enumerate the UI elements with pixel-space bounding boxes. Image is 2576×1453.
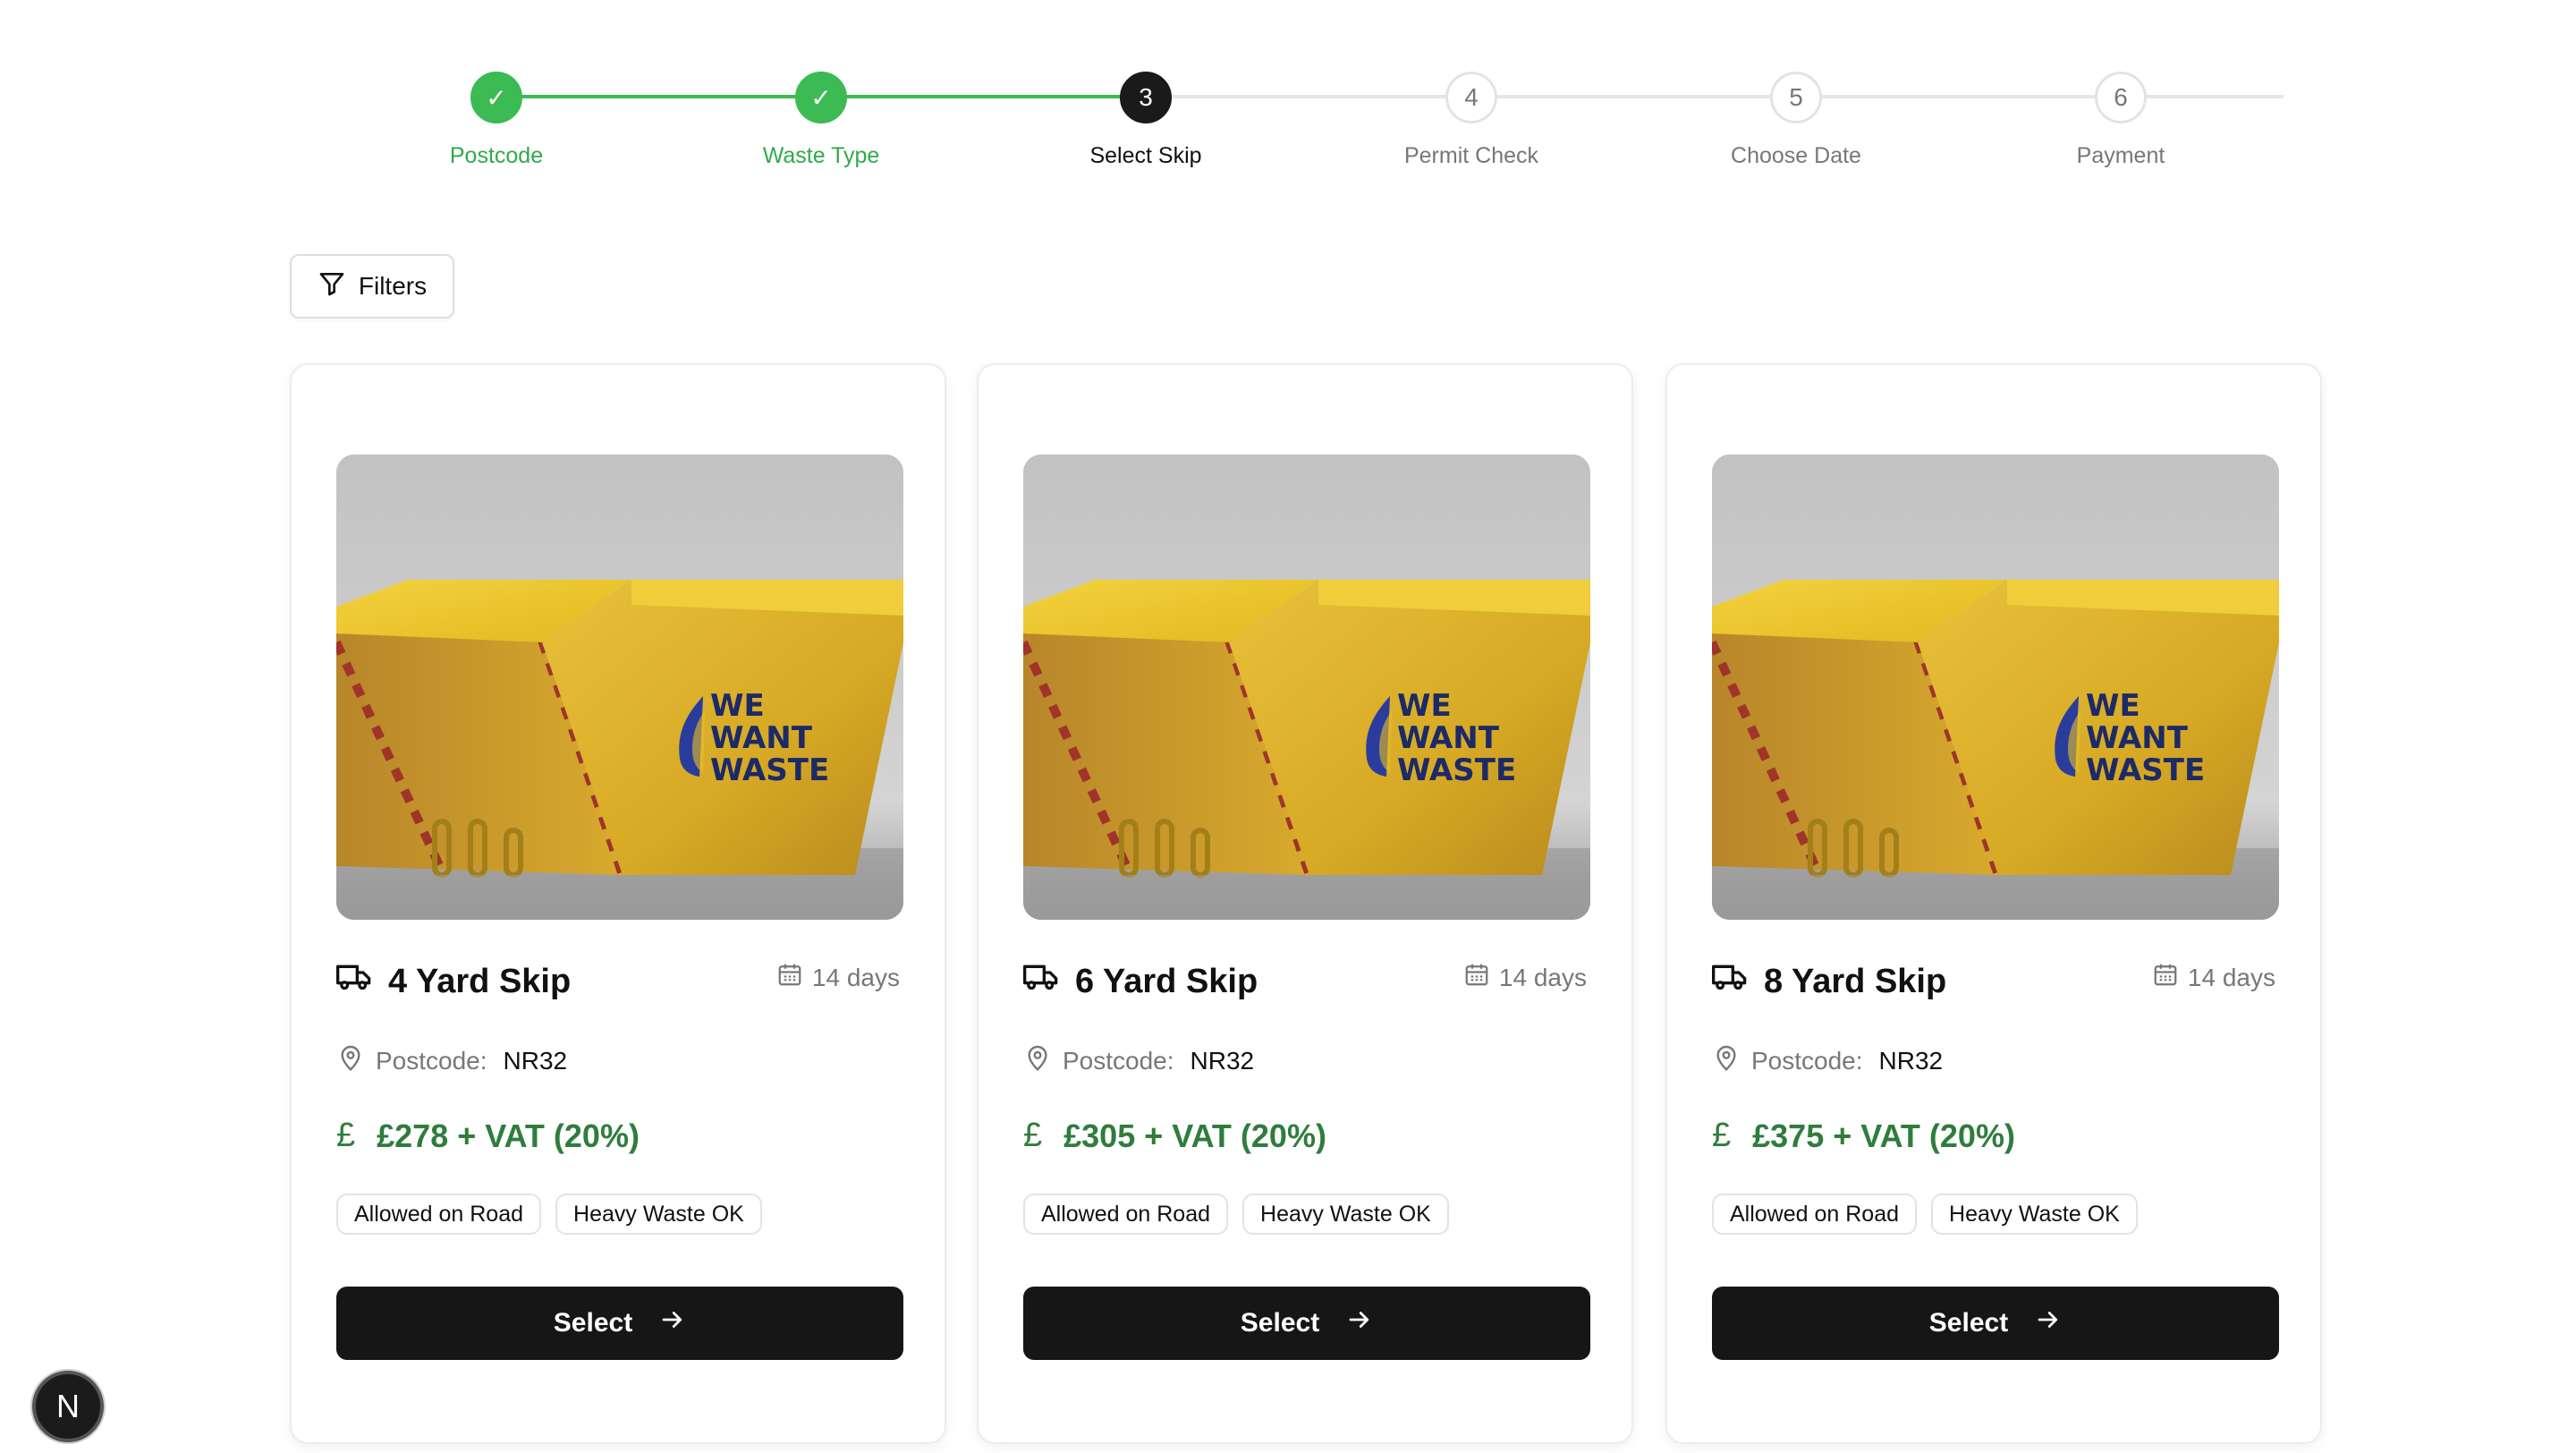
svg-text:WANT: WANT [710, 720, 813, 756]
price-row: £ £305 + VAT (20%) [1023, 1117, 1326, 1155]
arrow-right-icon [2035, 1306, 2062, 1340]
skip-card[interactable]: WE WANT WASTE 4 Yard Skip 14 days Postco… [290, 363, 946, 1444]
postcode-row: Postcode: NR32 [336, 1043, 567, 1078]
tag-allowed-on-road: Allowed on Road [1712, 1194, 1918, 1235]
skip-title-row: 8 Yard Skip [1712, 959, 1946, 1004]
step-label: Select Skip [1089, 143, 1202, 168]
truck-icon [336, 959, 372, 1004]
postcode-label: Postcode: [376, 1046, 487, 1075]
calendar-icon [2152, 961, 2179, 994]
skip-title: 4 Yard Skip [388, 962, 572, 1000]
postcode-row: Postcode: NR32 [1712, 1043, 1943, 1078]
price-text: £305 + VAT (20%) [1063, 1117, 1326, 1154]
step-select-skip[interactable]: 3 Select Skip [1038, 72, 1253, 169]
feature-tags: Allowed on Road Heavy Waste OK [1712, 1194, 2138, 1235]
skip-image: WE WANT WASTE [1023, 455, 1590, 920]
select-label: Select [1240, 1308, 1320, 1338]
hire-period: 14 days [1463, 961, 1587, 994]
step-check-icon: ✓ [795, 72, 847, 123]
skip-title: 8 Yard Skip [1764, 962, 1947, 1000]
price-row: £ £375 + VAT (20%) [1712, 1117, 2015, 1155]
skip-title-row: 6 Yard Skip [1023, 959, 1258, 1004]
svg-text:WE: WE [1397, 688, 1452, 724]
step-choose-date: 5 Choose Date [1689, 72, 1903, 169]
truck-icon [1023, 959, 1059, 1004]
pound-icon: £ [1023, 1117, 1043, 1154]
step-number: 5 [1770, 72, 1822, 123]
hire-period-text: 14 days [2187, 963, 2275, 991]
svg-text:WASTE: WASTE [1397, 752, 1516, 788]
step-number: 4 [1445, 72, 1497, 123]
filter-icon [318, 269, 346, 304]
step-payment: 6 Payment [2013, 72, 2228, 169]
tag-heavy-waste: Heavy Waste OK [555, 1194, 762, 1235]
step-number: 6 [2095, 72, 2147, 123]
calendar-icon [776, 961, 803, 994]
step-permit-check: 4 Permit Check [1364, 72, 1579, 169]
step-label: Postcode [449, 143, 544, 168]
pound-icon: £ [1712, 1117, 1732, 1154]
map-pin-icon [1023, 1043, 1052, 1078]
svg-text:WASTE: WASTE [710, 752, 829, 788]
tag-heavy-waste: Heavy Waste OK [1931, 1194, 2138, 1235]
skip-image: WE WANT WASTE [336, 455, 903, 920]
svg-text:WANT: WANT [1397, 720, 1500, 756]
step-label: Permit Check [1403, 143, 1539, 168]
price-text: £375 + VAT (20%) [1752, 1117, 2015, 1154]
price-text: £278 + VAT (20%) [377, 1117, 640, 1154]
postcode-row: Postcode: NR32 [1023, 1043, 1254, 1078]
postcode-value: NR32 [1878, 1046, 1944, 1075]
step-label: Waste Type [762, 143, 880, 168]
step-number: 3 [1120, 72, 1172, 123]
map-pin-icon [1712, 1043, 1741, 1078]
svg-text:WE: WE [2086, 688, 2140, 724]
hire-period: 14 days [2152, 961, 2275, 994]
skip-image: WE WANT WASTE [1712, 455, 2279, 920]
step-label: Payment [2076, 143, 2165, 168]
filters-label: Filters [358, 272, 428, 300]
arrow-right-icon [1346, 1306, 1373, 1340]
select-skip-button[interactable]: Select [1712, 1287, 2279, 1360]
pound-icon: £ [336, 1117, 356, 1154]
hire-period-text: 14 days [811, 963, 900, 991]
tag-allowed-on-road: Allowed on Road [336, 1194, 542, 1235]
calendar-icon [1463, 961, 1490, 994]
tag-heavy-waste: Heavy Waste OK [1242, 1194, 1449, 1235]
select-skip-button[interactable]: Select [336, 1287, 903, 1360]
select-label: Select [1928, 1308, 2009, 1338]
step-label: Choose Date [1731, 143, 1861, 168]
progress-stepper: ✓ Postcode ✓ Waste Type 3 Select Skip 4 … [0, 0, 2576, 179]
select-label: Select [553, 1308, 633, 1338]
skip-title-row: 4 Yard Skip [336, 959, 571, 1004]
price-row: £ £278 + VAT (20%) [336, 1117, 640, 1155]
postcode-value: NR32 [1190, 1046, 1255, 1075]
postcode-label: Postcode: [1751, 1046, 1863, 1075]
map-pin-icon [336, 1043, 365, 1078]
postcode-value: NR32 [503, 1046, 568, 1075]
svg-text:WE: WE [710, 688, 765, 724]
skip-title: 6 Yard Skip [1075, 962, 1258, 1000]
truck-icon [1712, 959, 1748, 1004]
select-skip-button[interactable]: Select [1023, 1287, 1590, 1360]
skip-card[interactable]: WE WANT WASTE 6 Yard Skip 14 days Postco… [977, 363, 1633, 1444]
hire-period: 14 days [776, 961, 900, 994]
nextjs-dev-badge[interactable]: N [32, 1371, 104, 1442]
step-waste-type[interactable]: ✓ Waste Type [714, 72, 928, 169]
postcode-label: Postcode: [1063, 1046, 1174, 1075]
step-check-icon: ✓ [470, 72, 522, 123]
filters-button[interactable]: Filters [290, 254, 454, 319]
tag-allowed-on-road: Allowed on Road [1023, 1194, 1229, 1235]
skip-card[interactable]: WE WANT WASTE 8 Yard Skip 14 days Postco… [1665, 363, 2322, 1444]
svg-text:WANT: WANT [2086, 720, 2189, 756]
arrow-right-icon [659, 1306, 686, 1340]
hire-period-text: 14 days [1498, 963, 1587, 991]
step-postcode[interactable]: ✓ Postcode [389, 72, 604, 169]
feature-tags: Allowed on Road Heavy Waste OK [336, 1194, 762, 1235]
svg-text:WASTE: WASTE [2086, 752, 2205, 788]
feature-tags: Allowed on Road Heavy Waste OK [1023, 1194, 1449, 1235]
nextjs-logo-icon: N [56, 1388, 80, 1424]
